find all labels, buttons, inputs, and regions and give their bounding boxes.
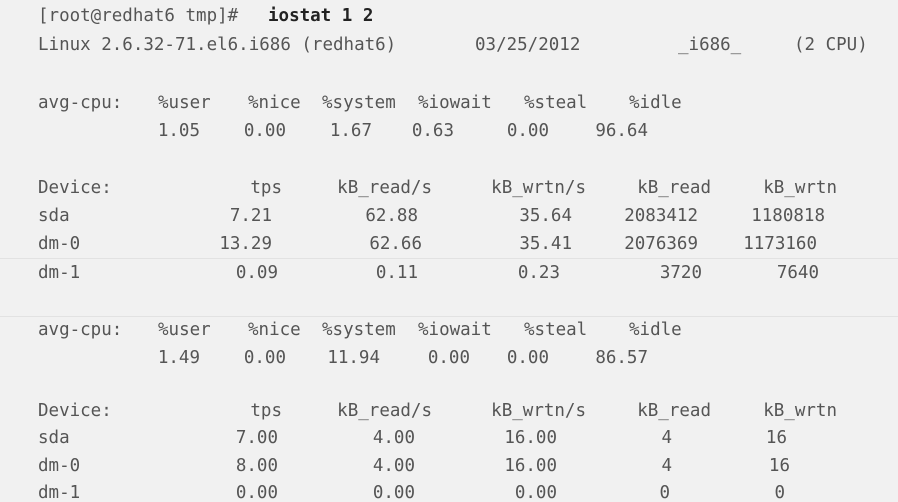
cpu-iowait-value: 0.63 bbox=[411, 121, 454, 141]
system-info-line: Linux 2.6.32-71.el6.i686 (redhat6) 03/25… bbox=[0, 31, 868, 59]
device-row: dm-0 8.00 4.00 16.00 4 16 bbox=[0, 452, 790, 480]
device-header-label: Device: bbox=[38, 178, 112, 198]
device-header-kb-wrtn-s: kB_wrtn/s bbox=[491, 401, 586, 421]
device-header-kb-read: kB_read bbox=[637, 178, 711, 198]
cpu-values-row: 1.05 0.00 1.67 0.63 0.00 96.64 bbox=[0, 117, 648, 145]
command-line: [root@redhat6 tmp]# iostat 1 2 bbox=[0, 2, 373, 30]
device-tps: 0.00 bbox=[235, 483, 278, 502]
device-kb-read: 4 bbox=[661, 456, 672, 476]
shell-prompt: [root@redhat6 tmp]# bbox=[38, 6, 249, 26]
cpu-header-iowait: %iowait bbox=[418, 320, 492, 340]
device-header-tps: tps bbox=[250, 178, 282, 198]
device-kb-read-s: 0.11 bbox=[375, 263, 418, 283]
cpu-nice-value: 0.00 bbox=[243, 348, 286, 368]
device-header-label: Device: bbox=[38, 401, 112, 421]
device-tps: 7.00 bbox=[235, 428, 278, 448]
cpu-steal-value: 0.00 bbox=[506, 121, 549, 141]
cpu-values-row: 1.49 0.00 11.94 0.00 0.00 86.57 bbox=[0, 344, 648, 372]
cpu-header-nice: %nice bbox=[248, 320, 301, 340]
device-kb-wrtn: 16 bbox=[768, 456, 790, 476]
device-name: sda bbox=[38, 206, 70, 226]
cpu-idle-value: 96.64 bbox=[595, 121, 648, 141]
cpu-idle-value: 86.57 bbox=[595, 348, 648, 368]
cpu-header-user: %user bbox=[158, 320, 211, 340]
cpu-header-idle: %idle bbox=[629, 320, 682, 340]
device-kb-read-s: 0.00 bbox=[372, 483, 415, 502]
cpu-header-row: avg-cpu: %user %nice %system %iowait %st… bbox=[0, 316, 682, 344]
cpu-iowait-value: 0.00 bbox=[427, 348, 470, 368]
device-kb-read: 3720 bbox=[659, 263, 702, 283]
cpu-system-value: 1.67 bbox=[329, 121, 372, 141]
kernel-info: Linux 2.6.32-71.el6.i686 (redhat6) bbox=[38, 35, 397, 55]
device-name: dm-1 bbox=[38, 263, 81, 283]
device-kb-wrtn-s: 0.00 bbox=[514, 483, 557, 502]
device-kb-read-s: 4.00 bbox=[372, 456, 415, 476]
device-kb-wrtn: 0 bbox=[774, 483, 785, 502]
device-kb-read-s: 62.88 bbox=[365, 206, 418, 226]
device-row: dm-1 0.00 0.00 0.00 0 0 bbox=[0, 479, 785, 502]
device-header-row: Device: tps kB_read/s kB_wrtn/s kB_read … bbox=[0, 174, 837, 202]
device-kb-wrtn-s: 35.41 bbox=[519, 234, 572, 254]
device-header-kb-read-s: kB_read/s bbox=[337, 178, 432, 198]
device-header-kb-wrtn-s: kB_wrtn/s bbox=[491, 178, 586, 198]
device-row: dm-1 0.09 0.11 0.23 3720 7640 bbox=[0, 259, 819, 287]
cpu-user-value: 1.49 bbox=[157, 348, 200, 368]
device-kb-read: 2076369 bbox=[624, 234, 698, 254]
device-header-kb-read: kB_read bbox=[637, 401, 711, 421]
device-tps: 7.21 bbox=[229, 206, 272, 226]
device-name: sda bbox=[38, 428, 70, 448]
device-kb-read: 2083412 bbox=[624, 206, 698, 226]
device-kb-wrtn-s: 16.00 bbox=[504, 428, 557, 448]
command-text: iostat 1 2 bbox=[268, 6, 374, 26]
device-kb-wrtn: 1180818 bbox=[751, 206, 825, 226]
device-header-row: Device: tps kB_read/s kB_wrtn/s kB_read … bbox=[0, 397, 837, 425]
device-kb-wrtn: 7640 bbox=[776, 263, 819, 283]
device-header-kb-wrtn: kB_wrtn bbox=[763, 178, 837, 198]
device-name: dm-0 bbox=[38, 234, 81, 254]
device-kb-wrtn-s: 35.64 bbox=[519, 206, 572, 226]
cpu-header-steal: %steal bbox=[524, 320, 588, 340]
device-tps: 13.29 bbox=[219, 234, 272, 254]
cpu-header-user: %user bbox=[158, 93, 211, 113]
device-header-tps: tps bbox=[250, 401, 282, 421]
cpu-steal-value: 0.00 bbox=[506, 348, 549, 368]
cpu-count: (2 CPU) bbox=[794, 35, 868, 55]
architecture: _i686_ bbox=[678, 35, 742, 55]
device-kb-read-s: 62.66 bbox=[369, 234, 422, 254]
cpu-header-label: avg-cpu: bbox=[38, 93, 123, 113]
device-tps: 0.09 bbox=[235, 263, 278, 283]
cpu-header-nice: %nice bbox=[248, 93, 301, 113]
cpu-nice-value: 0.00 bbox=[243, 121, 286, 141]
cpu-user-value: 1.05 bbox=[157, 121, 200, 141]
device-kb-read-s: 4.00 bbox=[372, 428, 415, 448]
cpu-header-label: avg-cpu: bbox=[38, 320, 123, 340]
device-kb-read: 0 bbox=[659, 483, 670, 502]
cpu-header-row: avg-cpu: %user %nice %system %iowait %st… bbox=[0, 89, 682, 117]
device-row: dm-0 13.29 62.66 35.41 2076369 1173160 bbox=[0, 230, 817, 258]
device-name: dm-0 bbox=[38, 456, 81, 476]
device-row: sda 7.00 4.00 16.00 4 16 bbox=[0, 424, 787, 452]
device-row: sda 7.21 62.88 35.64 2083412 1180818 bbox=[0, 202, 825, 230]
cpu-header-iowait: %iowait bbox=[418, 93, 492, 113]
terminal-output: [root@redhat6 tmp]# iostat 1 2 Linux 2.6… bbox=[0, 0, 898, 502]
device-kb-wrtn-s: 0.23 bbox=[517, 263, 560, 283]
cpu-system-value: 11.94 bbox=[327, 348, 380, 368]
device-kb-wrtn: 16 bbox=[765, 428, 787, 448]
device-name: dm-1 bbox=[38, 483, 81, 502]
cpu-header-idle: %idle bbox=[629, 93, 682, 113]
report-date: 03/25/2012 bbox=[475, 35, 581, 55]
device-header-kb-wrtn: kB_wrtn bbox=[763, 401, 837, 421]
cpu-header-system: %system bbox=[322, 320, 396, 340]
device-kb-wrtn: 1173160 bbox=[743, 234, 817, 254]
cpu-header-steal: %steal bbox=[524, 93, 588, 113]
device-kb-wrtn-s: 16.00 bbox=[504, 456, 557, 476]
device-header-kb-read-s: kB_read/s bbox=[337, 401, 432, 421]
cpu-header-system: %system bbox=[322, 93, 396, 113]
device-kb-read: 4 bbox=[661, 428, 672, 448]
device-tps: 8.00 bbox=[235, 456, 278, 476]
